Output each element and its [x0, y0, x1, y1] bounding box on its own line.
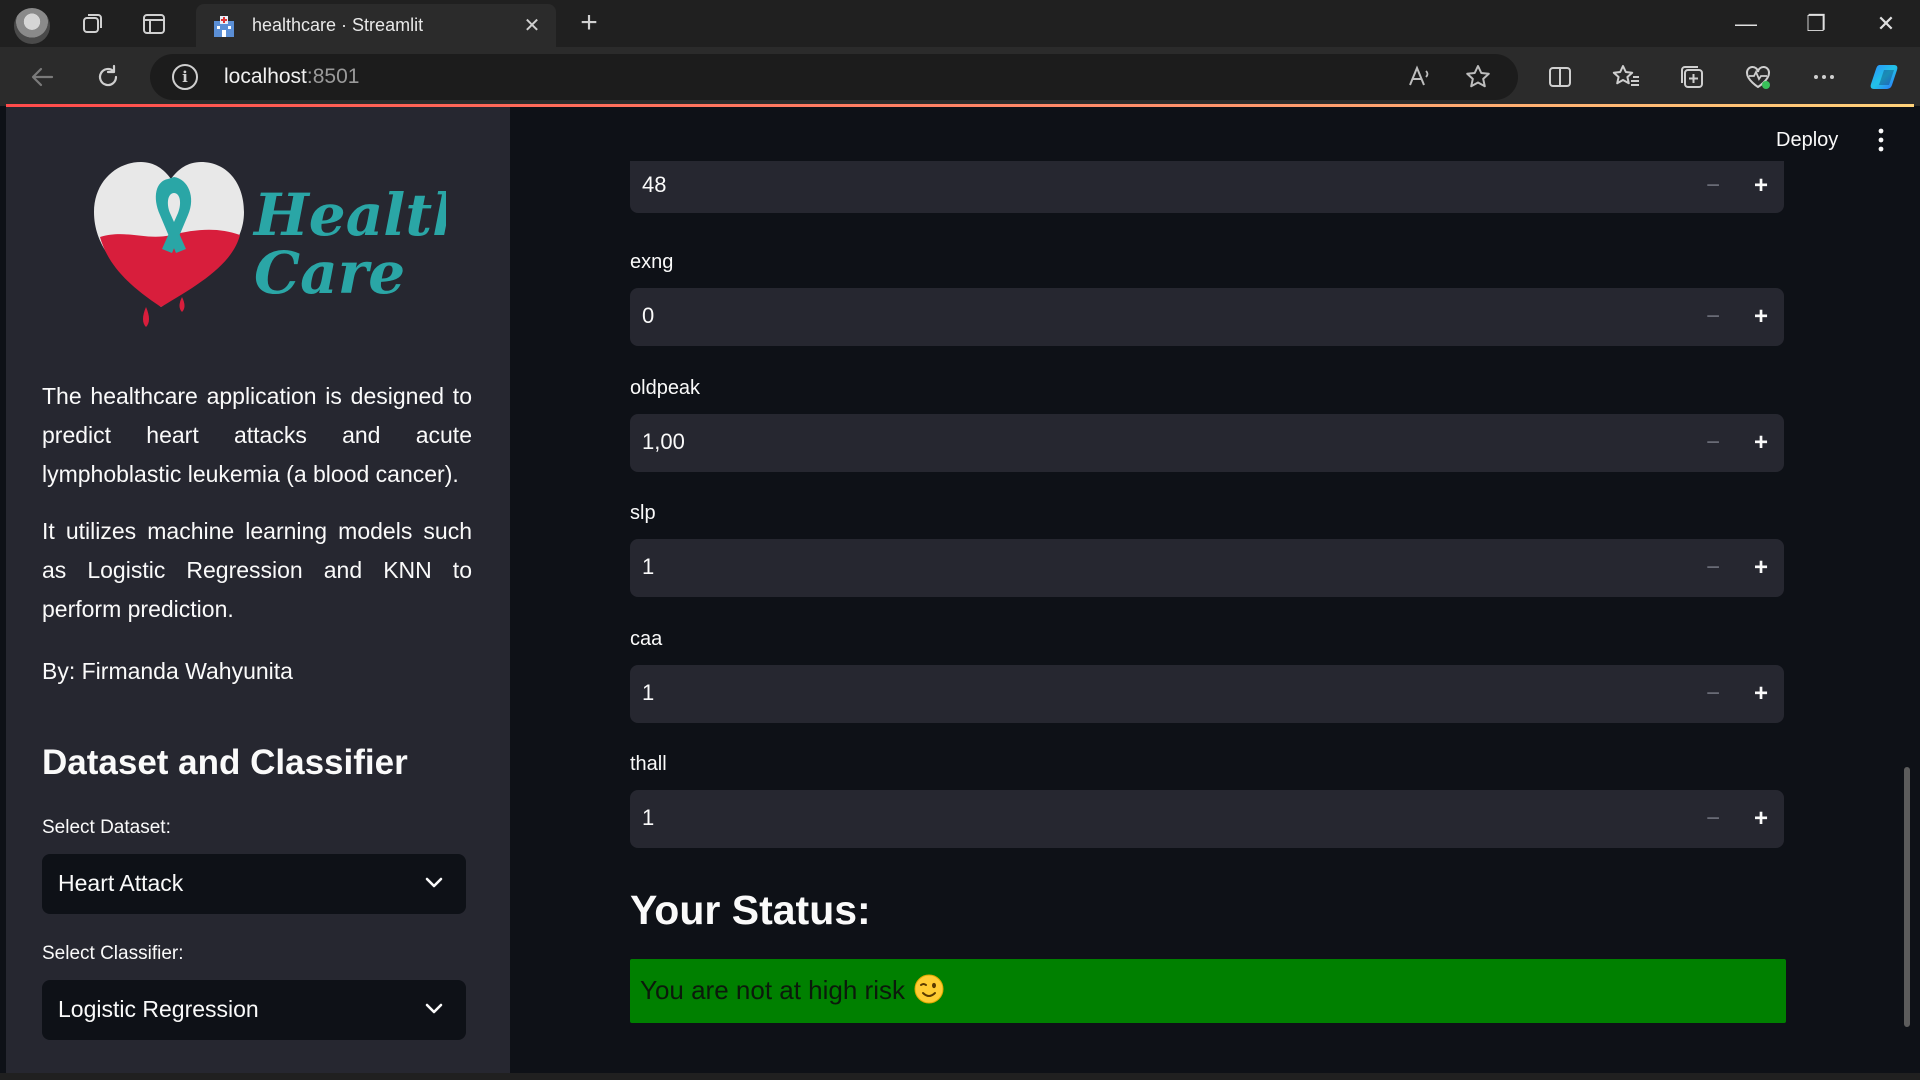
more-options-icon[interactable] [1808, 61, 1840, 93]
increment-button[interactable]: + [1744, 802, 1778, 836]
status-message: You are not at high risk [640, 975, 905, 1005]
window-bottom-edge [0, 1073, 1920, 1080]
browser-toolbar: i localhost:8501 [0, 47, 1920, 106]
number-input-oldpeak[interactable]: 1,00 − + [630, 414, 1784, 472]
new-tab-button[interactable]: + [574, 8, 604, 38]
number-input-slp[interactable]: 1 − + [630, 539, 1784, 597]
address-bar[interactable]: i localhost:8501 [150, 54, 1518, 100]
deploy-button[interactable]: Deploy [1776, 129, 1838, 152]
decrement-button[interactable]: − [1696, 300, 1730, 334]
decrement-button[interactable]: − [1696, 426, 1730, 460]
number-input-caa[interactable]: 1 − + [630, 665, 1784, 723]
author-credit: By: Firmanda Wahyunita [42, 658, 293, 684]
tab-actions-icon[interactable] [140, 10, 168, 38]
classifier-label: Select Classifier: [42, 943, 184, 964]
minimize-button[interactable]: — [1732, 10, 1760, 38]
dataset-select-value: Heart Attack [58, 870, 184, 896]
section-title: Dataset and Classifier [42, 743, 408, 782]
input-value: 1 [642, 805, 655, 830]
decrement-button[interactable]: − [1696, 677, 1730, 711]
field-label-caa: caa [630, 628, 663, 650]
number-input-exng[interactable]: 0 − + [630, 288, 1784, 346]
tab-close-icon[interactable]: ✕ [520, 13, 544, 38]
input-value: 1 [642, 554, 655, 579]
status-heading: Your Status: [630, 887, 871, 933]
split-screen-icon[interactable] [1544, 61, 1576, 93]
refresh-icon[interactable] [92, 61, 124, 93]
main-content: Deploy 48 − + exng 0 − + oldpeak 1,00 − … [510, 107, 1914, 1073]
input-value: 0 [642, 303, 655, 328]
restore-button[interactable]: ❐ [1802, 10, 1830, 38]
page-scrollbar[interactable] [1904, 767, 1910, 1027]
app-model-description: It utilizes machine learning models such… [42, 518, 472, 622]
browser-tab-active[interactable]: healthcare · Streamlit ✕ [196, 4, 556, 47]
decrement-button[interactable]: − [1696, 169, 1730, 203]
field-label-thall: thall [630, 753, 667, 775]
field-label-exng: exng [630, 251, 674, 273]
close-window-button[interactable]: ✕ [1872, 10, 1900, 38]
read-aloud-icon[interactable] [1406, 63, 1434, 98]
increment-button[interactable]: + [1744, 677, 1778, 711]
tab-title: healthcare · Streamlit [252, 15, 424, 35]
increment-button[interactable]: + [1744, 169, 1778, 203]
field-label-slp: slp [630, 502, 656, 524]
classifier-select[interactable]: Logistic Regression [42, 980, 466, 1040]
browser-title-bar: healthcare · Streamlit ✕ + — ❐ ✕ [0, 0, 1920, 47]
chevron-down-icon [425, 877, 443, 888]
main-menu-icon[interactable] [1876, 127, 1886, 153]
classifier-select-value: Logistic Regression [58, 996, 259, 1022]
input-value: 48 [642, 172, 667, 197]
increment-button[interactable]: + [1744, 426, 1778, 460]
url-text: localhost:8501 [224, 65, 360, 88]
status-result-banner: You are not at high risk [630, 959, 1786, 1023]
favorite-star-icon[interactable] [1464, 63, 1492, 98]
site-info-icon[interactable]: i [172, 64, 198, 90]
input-value: 1,00 [642, 429, 685, 454]
copilot-icon[interactable] [1870, 61, 1902, 93]
dataset-label: Select Dataset: [42, 817, 171, 838]
field-label-oldpeak: oldpeak [630, 377, 701, 399]
healthcare-logo: Health Care [94, 162, 446, 327]
increment-button[interactable]: + [1744, 551, 1778, 585]
number-input-thall[interactable]: 1 − + [630, 790, 1784, 848]
dataset-select[interactable]: Heart Attack [42, 854, 466, 914]
chevron-down-icon [425, 1003, 443, 1014]
collections-icon[interactable] [1676, 61, 1708, 93]
input-value: 1 [642, 680, 655, 705]
back-arrow-icon[interactable] [26, 61, 58, 93]
app-description: The healthcare application is designed t… [42, 383, 472, 487]
increment-button[interactable]: + [1744, 300, 1778, 334]
logo-text-care: Care [254, 239, 405, 307]
number-input-thalachh[interactable]: 48 − + [630, 161, 1784, 213]
profile-avatar[interactable] [14, 8, 50, 44]
sidebar: Health Care The healthcare application i… [6, 107, 510, 1073]
favorites-icon[interactable] [1610, 61, 1642, 93]
winking-face-icon [914, 974, 944, 1004]
hospital-icon [214, 16, 234, 37]
decrement-button[interactable]: − [1696, 802, 1730, 836]
browser-essentials-icon[interactable] [1742, 61, 1774, 93]
workspaces-icon[interactable] [78, 10, 106, 38]
decrement-button[interactable]: − [1696, 551, 1730, 585]
